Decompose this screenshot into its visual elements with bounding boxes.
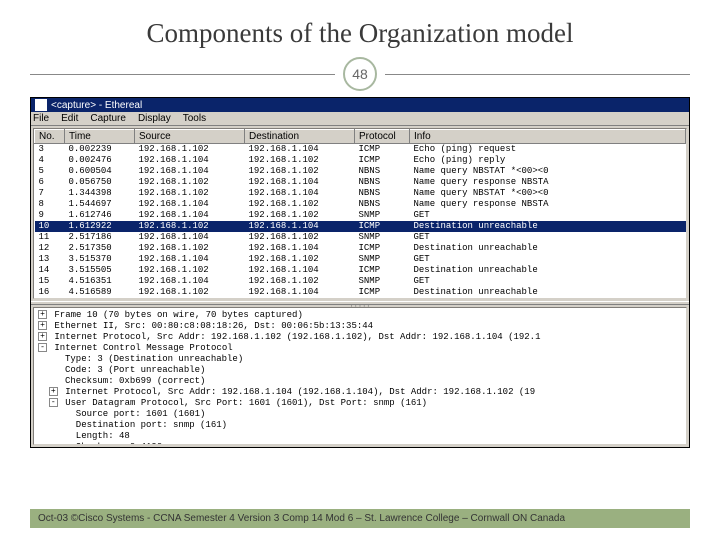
column-header[interactable]: Time [65, 130, 135, 144]
packet-row[interactable]: 81.544697192.168.1.104192.168.1.102NBNSN… [35, 199, 686, 210]
detail-line[interactable]: Destination port: snmp (161) [38, 420, 682, 431]
detail-line[interactable]: Length: 48 [38, 431, 682, 442]
packet-row[interactable]: 112.517186192.168.1.104192.168.1.102SNMP… [35, 232, 686, 243]
detail-line[interactable]: Code: 3 (Port unreachable) [38, 365, 682, 376]
detail-line[interactable]: - User Datagram Protocol, Src Port: 1601… [38, 398, 682, 409]
detail-line[interactable]: + Internet Protocol, Src Addr: 192.168.1… [38, 332, 682, 343]
menu-item-edit[interactable]: Edit [61, 113, 78, 124]
packet-row[interactable]: 71.344398192.168.1.102192.168.1.104NBNSN… [35, 188, 686, 199]
detail-line[interactable]: + Ethernet II, Src: 00:80:c8:08:18:26, D… [38, 321, 682, 332]
expand-icon[interactable]: + [49, 387, 58, 396]
expand-icon[interactable]: + [38, 310, 47, 319]
pane-splitter[interactable]: ····· [31, 301, 689, 305]
packet-row[interactable]: 101.612922192.168.1.102192.168.1.104ICMP… [35, 221, 686, 232]
packet-detail-pane[interactable]: + Frame 10 (70 bytes on wire, 70 bytes c… [33, 307, 687, 445]
detail-line[interactable]: + Internet Protocol, Src Addr: 192.168.1… [38, 387, 682, 398]
detail-line[interactable]: - Internet Control Message Protocol [38, 343, 682, 354]
packet-row[interactable]: 91.612746192.168.1.104192.168.1.102SNMPG… [35, 210, 686, 221]
packet-row[interactable]: 50.600504192.168.1.104192.168.1.102NBNSN… [35, 166, 686, 177]
packet-row[interactable]: 154.516351192.168.1.104192.168.1.102SNMP… [35, 276, 686, 287]
packet-list-pane[interactable]: No.TimeSourceDestinationProtocolInfo 30.… [33, 128, 687, 299]
title-divider: 48 [30, 57, 690, 91]
ethereal-window: <capture> - Ethereal File Edit Capture Disp… [30, 97, 690, 448]
detail-line[interactable]: Checksum: 0xb699 (correct) [38, 376, 682, 387]
column-header[interactable]: Source [135, 130, 245, 144]
window-title: <capture> - Ethereal [51, 100, 142, 111]
window-titlebar: <capture> - Ethereal [31, 98, 689, 112]
slide-footer: Oct-03 ©Cisco Systems - CCNA Semester 4 … [30, 509, 690, 528]
column-header-row: No.TimeSourceDestinationProtocolInfo [35, 130, 686, 144]
expand-icon[interactable]: + [38, 332, 47, 341]
detail-line[interactable]: + Frame 10 (70 bytes on wire, 70 bytes c… [38, 310, 682, 321]
packet-row[interactable]: 143.515505192.168.1.102192.168.1.104ICMP… [35, 265, 686, 276]
packet-row[interactable]: 164.516589192.168.1.102192.168.1.104ICMP… [35, 287, 686, 298]
collapse-icon[interactable]: - [49, 398, 58, 407]
slide-title: Components of the Organization model [30, 18, 690, 49]
detail-line[interactable]: Checksum: 0x4190 [38, 442, 682, 445]
column-header[interactable]: Destination [245, 130, 355, 144]
menu-item-display[interactable]: Display [138, 113, 171, 124]
collapse-icon[interactable]: - [38, 343, 47, 352]
packet-row[interactable]: 122.517350192.168.1.102192.168.1.104ICMP… [35, 243, 686, 254]
column-header[interactable]: Info [410, 130, 686, 144]
menu-item-file[interactable]: File [33, 113, 49, 124]
packet-row[interactable]: 30.002239192.168.1.102192.168.1.104ICMPE… [35, 144, 686, 156]
packet-row[interactable]: 40.002476192.168.1.104192.168.1.102ICMPE… [35, 155, 686, 166]
detail-line[interactable]: Type: 3 (Destination unreachable) [38, 354, 682, 365]
app-icon [35, 99, 47, 111]
menu-item-tools[interactable]: Tools [183, 113, 206, 124]
menu-bar: File Edit Capture Display Tools [31, 112, 689, 126]
packet-row[interactable]: 60.056750192.168.1.102192.168.1.104NBNSN… [35, 177, 686, 188]
menu-item-capture[interactable]: Capture [90, 113, 126, 124]
column-header[interactable]: No. [35, 130, 65, 144]
packet-row[interactable]: 133.515370192.168.1.104192.168.1.102SNMP… [35, 254, 686, 265]
expand-icon[interactable]: + [38, 321, 47, 330]
detail-line[interactable]: Source port: 1601 (1601) [38, 409, 682, 420]
page-number-badge: 48 [343, 57, 377, 91]
column-header[interactable]: Protocol [355, 130, 410, 144]
